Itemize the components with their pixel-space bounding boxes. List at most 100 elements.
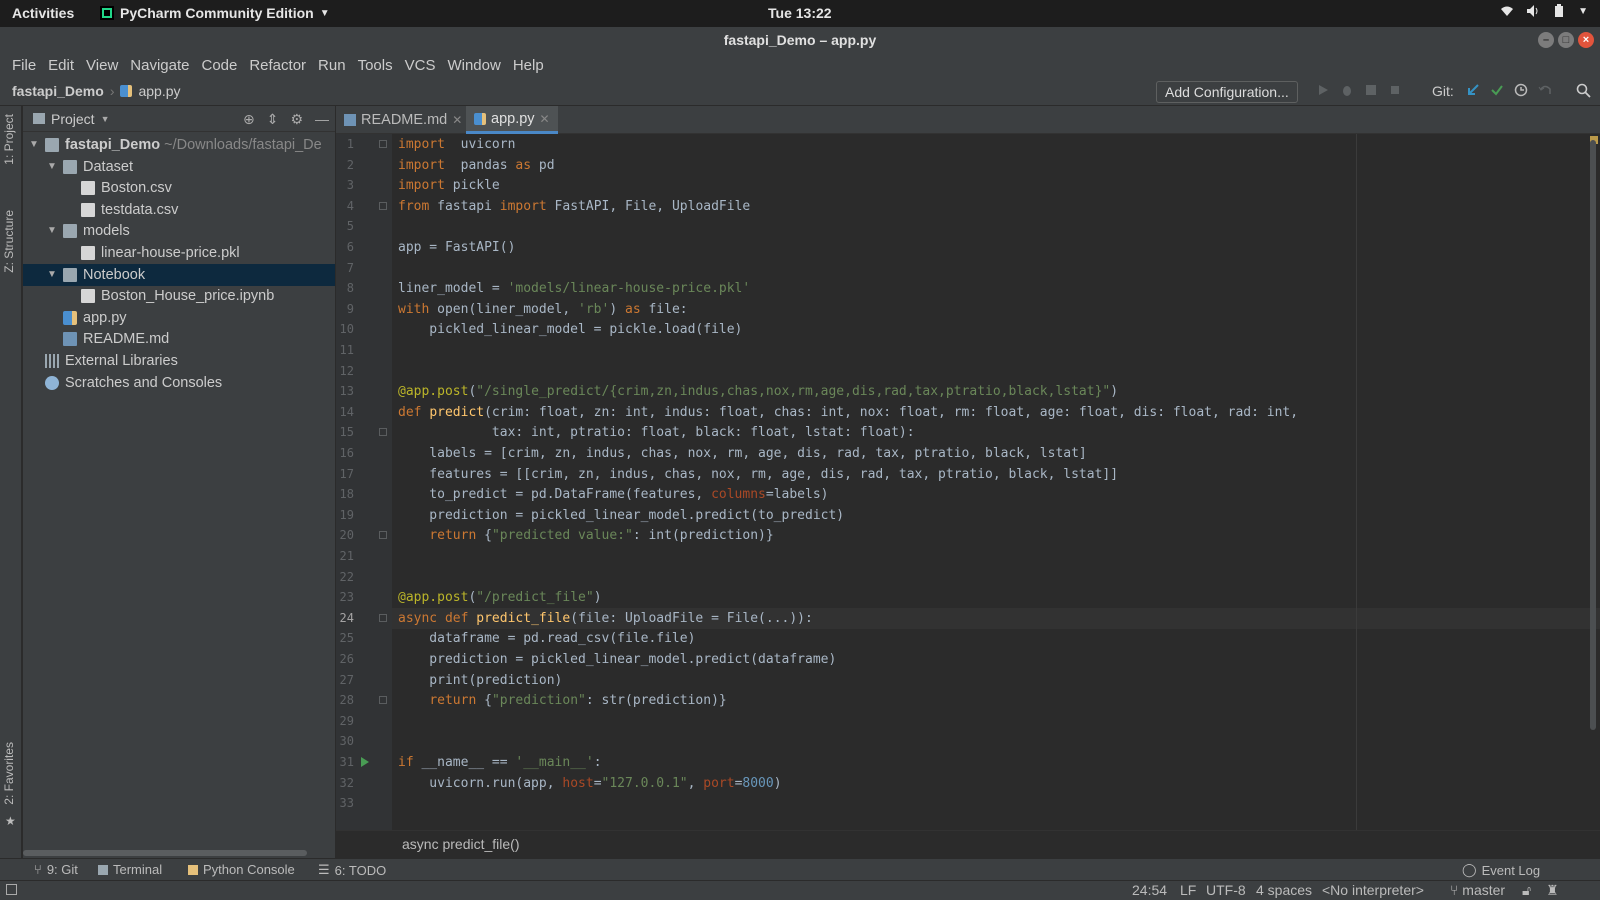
line-number[interactable]: 31 [336, 755, 354, 769]
tree-item[interactable]: testdata.csv [23, 199, 335, 221]
code-line[interactable]: @app.post("/single_predict/{crim,zn,indu… [398, 381, 1118, 402]
line-number[interactable]: 21 [336, 549, 354, 563]
line-number[interactable]: 8 [336, 281, 354, 295]
interpreter-selector[interactable]: <No interpreter> [1322, 882, 1424, 898]
code-line[interactable]: app = FastAPI() [398, 237, 515, 258]
tool-tab-project[interactable]: 1: Project [2, 114, 16, 165]
minimize-button[interactable]: – [1538, 32, 1554, 48]
tool-tab-favorites[interactable]: 2: Favorites [2, 742, 16, 805]
lock-icon[interactable]: 🔓︎ [1522, 882, 1531, 899]
tree-item[interactable]: Boston_House_price.ipynb [23, 285, 335, 307]
menu-help[interactable]: Help [507, 54, 550, 78]
chevron-down-icon[interactable]: ▼ [101, 114, 110, 124]
line-number[interactable]: 12 [336, 364, 354, 378]
tab-readme[interactable]: README.md ✕ [336, 106, 470, 134]
line-number[interactable]: 9 [336, 302, 354, 316]
project-view-selector[interactable]: Project [51, 111, 95, 127]
search-icon[interactable] [1576, 83, 1591, 98]
wifi-icon[interactable] [1500, 4, 1514, 18]
line-number[interactable]: 3 [336, 178, 354, 192]
code-line[interactable]: liner_model = 'models/linear-house-price… [398, 278, 750, 299]
tree-item[interactable]: app.py [23, 307, 335, 329]
code-line[interactable]: def predict(crim: float, zn: int, indus:… [398, 402, 1298, 423]
code-line[interactable]: uvicorn.run(app, host="127.0.0.1", port=… [398, 773, 781, 794]
tool-window-todo[interactable]: ☰ 6: TODO [318, 862, 386, 878]
fold-marker-icon[interactable] [379, 428, 387, 437]
line-number[interactable]: 30 [336, 734, 354, 748]
fold-marker-icon[interactable] [379, 201, 387, 210]
tree-item[interactable]: Scratches and Consoles [23, 372, 335, 394]
history-clock-icon[interactable] [1514, 83, 1528, 97]
breadcrumb-project[interactable]: fastapi_Demo [12, 83, 104, 99]
expand-arrow-icon[interactable]: ▼ [47, 156, 57, 178]
line-number[interactable]: 10 [336, 322, 354, 336]
hide-panel-icon[interactable]: — [315, 111, 329, 128]
system-tray[interactable]: ▼ [1500, 4, 1588, 18]
code-line[interactable]: dataframe = pd.read_csv(file.file) [398, 628, 695, 649]
expand-arrow-icon[interactable]: ▼ [47, 220, 57, 242]
fold-marker-icon[interactable] [379, 140, 387, 148]
line-number[interactable]: 18 [336, 487, 354, 501]
line-number[interactable]: 32 [336, 776, 354, 790]
code-line[interactable]: tax: int, ptratio: float, black: float, … [398, 422, 915, 443]
code-line[interactable]: print(prediction) [398, 670, 562, 691]
tree-item[interactable]: External Libraries [23, 350, 335, 372]
line-number[interactable]: 5 [336, 219, 354, 233]
app-menu[interactable]: PyCharm Community Edition ▼ [100, 5, 330, 21]
menu-navigate[interactable]: Navigate [124, 54, 195, 78]
menu-view[interactable]: View [80, 54, 124, 78]
code-line[interactable]: from fastapi import FastAPI, File, Uploa… [398, 196, 750, 217]
line-number[interactable]: 13 [336, 384, 354, 398]
editor-breadcrumb-function[interactable]: async predict_file() [402, 836, 520, 852]
fold-marker-icon[interactable] [379, 613, 387, 622]
menu-code[interactable]: Code [195, 54, 243, 78]
line-number[interactable]: 6 [336, 240, 354, 254]
stop-icon[interactable] [1388, 83, 1402, 97]
tree-item[interactable]: Boston.csv [23, 177, 335, 199]
tree-item[interactable]: README.md [23, 328, 335, 350]
line-number[interactable]: 19 [336, 508, 354, 522]
battery-icon[interactable] [1552, 4, 1566, 18]
breadcrumb-file[interactable]: app.py [138, 83, 180, 99]
code-line[interactable]: @app.post("/predict_file") [398, 587, 602, 608]
line-number[interactable]: 33 [336, 796, 354, 810]
activities-button[interactable]: Activities [12, 5, 74, 21]
update-project-icon[interactable] [1466, 83, 1480, 97]
commit-check-icon[interactable] [1490, 83, 1504, 97]
notification-icon[interactable]: ♜ [1546, 882, 1559, 899]
code-line[interactable]: prediction = pickled_linear_model.predic… [398, 649, 836, 670]
caret-position[interactable]: 24:54 [1132, 882, 1167, 898]
code-line[interactable]: pickled_linear_model = pickle.load(file) [398, 319, 742, 340]
tool-window-git[interactable]: ⑂ 9: Git [34, 862, 78, 877]
menu-window[interactable]: Window [441, 54, 506, 78]
git-branch-widget[interactable]: ⑂ master [1450, 882, 1505, 898]
add-configuration-button[interactable]: Add Configuration... [1156, 81, 1298, 103]
tree-item[interactable]: ▼ Dataset [23, 156, 335, 178]
line-number[interactable]: 20 [336, 528, 354, 542]
clock[interactable]: Tue 13:22 [768, 5, 832, 21]
tool-window-event-log[interactable]: ◯ Event Log [1462, 862, 1540, 878]
code-line[interactable]: async def predict_file(file: UploadFile … [398, 608, 813, 629]
expand-arrow-icon[interactable]: ▼ [29, 134, 39, 156]
line-number[interactable]: 16 [336, 446, 354, 460]
line-number[interactable]: 14 [336, 405, 354, 419]
fold-marker-icon[interactable] [379, 696, 387, 705]
code-line[interactable]: labels = [crim, zn, indus, chas, nox, rm… [398, 443, 1086, 464]
menu-tools[interactable]: Tools [352, 54, 399, 78]
tree-item[interactable]: ▼ fastapi_Demo ~/Downloads/fastapi_De [23, 134, 335, 156]
code-line[interactable]: return {"predicted value:": int(predicti… [398, 525, 773, 546]
line-number[interactable]: 7 [336, 261, 354, 275]
menu-run[interactable]: Run [312, 54, 352, 78]
line-separator[interactable]: LF [1180, 882, 1196, 898]
code-line[interactable]: features = [[crim, zn, indus, chas, nox,… [398, 464, 1118, 485]
horizontal-scrollbar[interactable] [23, 850, 307, 856]
collapse-all-icon[interactable]: ⇕ [267, 111, 279, 128]
tree-item[interactable]: ▼ Notebook [23, 263, 335, 286]
close-button[interactable]: × [1578, 32, 1594, 48]
coverage-icon[interactable] [1364, 83, 1378, 97]
locate-icon[interactable]: ⊕ [243, 111, 255, 128]
tree-item[interactable]: linear-house-price.pkl [23, 242, 335, 264]
line-number[interactable]: 11 [336, 343, 354, 357]
expand-arrow-icon[interactable]: ▼ [47, 264, 57, 286]
file-encoding[interactable]: UTF-8 [1206, 882, 1246, 898]
